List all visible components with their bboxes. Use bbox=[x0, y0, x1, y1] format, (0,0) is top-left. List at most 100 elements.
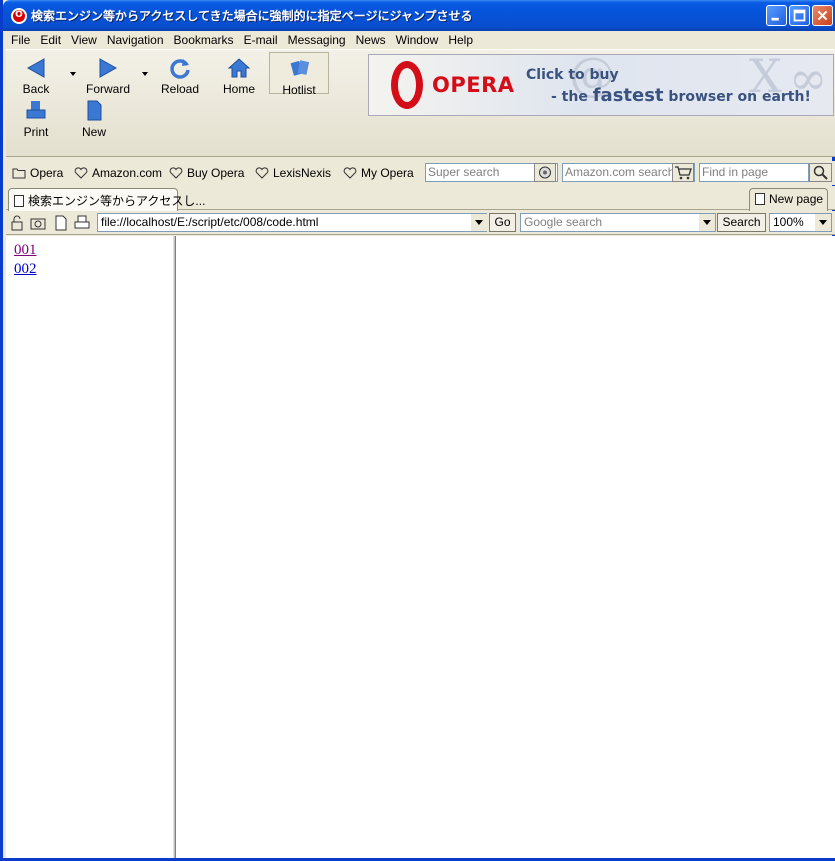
personal-item-label: My Opera bbox=[361, 166, 414, 180]
left-frame: 001 002 bbox=[6, 236, 173, 858]
menu-window[interactable]: Window bbox=[391, 31, 444, 48]
back-button[interactable]: Back bbox=[6, 52, 66, 96]
new-page-tab[interactable]: New page bbox=[749, 188, 828, 211]
reload-label: Reload bbox=[160, 82, 200, 96]
home-button[interactable]: Home bbox=[209, 52, 269, 96]
menu-view[interactable]: View bbox=[66, 31, 102, 48]
print-label: Print bbox=[23, 125, 49, 139]
forward-label: Forward bbox=[85, 82, 130, 96]
new-label: New bbox=[81, 125, 106, 139]
forward-dropdown-icon[interactable] bbox=[142, 72, 148, 76]
menu-email[interactable]: E-mail bbox=[239, 31, 283, 48]
banner-brand: OPERA bbox=[432, 73, 515, 97]
menu-bar: File Edit View Navigation Bookmarks E-mail Mes… bbox=[6, 31, 835, 49]
lock-icon[interactable] bbox=[9, 215, 25, 231]
maximize-button[interactable] bbox=[789, 5, 810, 26]
hotlist-icon bbox=[290, 60, 310, 76]
personal-bar: Opera Amazon.com Buy Opera LexisNexis My… bbox=[6, 161, 835, 185]
banner-line2-big: fastest bbox=[592, 85, 664, 106]
personal-item-my-opera[interactable]: My Opera bbox=[343, 166, 414, 180]
print-button[interactable]: Print bbox=[6, 95, 66, 139]
home-icon bbox=[227, 58, 251, 78]
heart-icon bbox=[169, 167, 183, 179]
search-button[interactable]: Search bbox=[717, 213, 766, 232]
link-002[interactable]: 002 bbox=[14, 261, 37, 278]
minimize-button[interactable] bbox=[766, 5, 787, 26]
opera-logo-icon bbox=[391, 61, 423, 109]
print-icon bbox=[26, 101, 46, 119]
folder-icon bbox=[12, 168, 26, 179]
personal-item-label: Buy Opera bbox=[187, 166, 245, 180]
shopping-cart-icon bbox=[675, 166, 692, 180]
menu-bookmarks[interactable]: Bookmarks bbox=[169, 31, 239, 48]
find-in-page-input[interactable]: Find in page bbox=[699, 163, 809, 182]
forward-button[interactable]: Forward bbox=[78, 52, 138, 96]
menu-edit[interactable]: Edit bbox=[35, 31, 66, 48]
tab-active[interactable]: 検索エンジン等からアクセスし... bbox=[8, 188, 205, 211]
new-page-label: New page bbox=[769, 192, 824, 206]
close-icon bbox=[817, 10, 828, 21]
window-title: 検索エンジン等からアクセスしてきた場合に強制的に指定ページにジャンプさせる bbox=[31, 9, 473, 23]
menu-messaging[interactable]: Messaging bbox=[283, 31, 351, 48]
title-bar[interactable]: O 検索エンジン等からアクセスしてきた場合に強制的に指定ページにジャンプさせる bbox=[3, 0, 835, 31]
address-bar: file://localhost/E:/script/etc/008/code.… bbox=[6, 211, 835, 235]
url-dropdown-icon[interactable] bbox=[471, 214, 487, 231]
personal-item-amazon[interactable]: Amazon.com bbox=[74, 166, 162, 180]
tab-title: 検索エンジン等からアクセスし... bbox=[28, 194, 206, 208]
back-label: Back bbox=[22, 82, 50, 96]
heart-icon bbox=[255, 167, 269, 179]
maximize-icon bbox=[793, 9, 806, 22]
heart-icon bbox=[74, 167, 88, 179]
page-icon bbox=[755, 193, 765, 205]
personal-item-label: Opera bbox=[30, 166, 64, 180]
minimize-icon bbox=[771, 17, 779, 21]
opera-icon[interactable]: O bbox=[11, 8, 27, 24]
page-icon bbox=[14, 195, 24, 207]
personal-item-opera[interactable]: Opera bbox=[12, 166, 63, 180]
opera-banner[interactable]: @ X ∞ OPERA Click to buy - the fastest b… bbox=[368, 54, 834, 116]
link-001[interactable]: 001 bbox=[14, 242, 37, 259]
url-field[interactable]: file://localhost/E:/script/etc/008/code.… bbox=[97, 213, 487, 232]
banner-line2-suffix: browser on earth! bbox=[668, 89, 811, 105]
tab-bar: 検索エンジン等からアクセスし... New page bbox=[6, 186, 835, 211]
new-button[interactable]: New bbox=[64, 95, 124, 139]
printer-icon[interactable] bbox=[74, 215, 90, 231]
main-toolbar: Back Forward Reload Home Hotlist Print N… bbox=[6, 49, 835, 157]
personal-item-buy-opera[interactable]: Buy Opera bbox=[169, 166, 244, 180]
hotlist-button[interactable]: Hotlist bbox=[269, 52, 329, 97]
menu-help[interactable]: Help bbox=[443, 31, 478, 48]
menu-news[interactable]: News bbox=[351, 31, 391, 48]
google-dropdown-icon[interactable] bbox=[699, 214, 715, 231]
zoom-dropdown-icon[interactable] bbox=[815, 214, 831, 231]
reload-icon bbox=[170, 59, 190, 79]
hotlist-label: Hotlist bbox=[282, 83, 316, 97]
personal-item-label: LexisNexis bbox=[273, 166, 332, 180]
go-button[interactable]: Go bbox=[489, 213, 516, 232]
home-label: Home bbox=[222, 82, 255, 96]
personal-item-label: Amazon.com bbox=[92, 166, 163, 180]
forward-arrow-icon bbox=[99, 58, 118, 78]
page-info-icon[interactable] bbox=[53, 215, 69, 231]
google-search-input[interactable]: Google search bbox=[520, 213, 716, 232]
menu-file[interactable]: File bbox=[6, 31, 35, 48]
super-search-button[interactable] bbox=[534, 163, 556, 182]
heart-icon bbox=[343, 167, 357, 179]
back-dropdown-icon[interactable] bbox=[70, 72, 76, 76]
search-globe-icon bbox=[539, 166, 551, 179]
close-button[interactable] bbox=[812, 5, 833, 26]
banner-line1: Click to buy bbox=[526, 67, 619, 83]
reload-button[interactable]: Reload bbox=[150, 52, 210, 96]
banner-line2-prefix: - the bbox=[551, 89, 588, 105]
magnifier-icon bbox=[813, 165, 828, 180]
camera-icon[interactable] bbox=[30, 215, 46, 231]
amazon-search-button[interactable] bbox=[672, 163, 694, 182]
main-frame bbox=[176, 236, 835, 858]
new-page-icon bbox=[87, 100, 102, 121]
find-button[interactable] bbox=[809, 163, 832, 182]
back-arrow-icon bbox=[26, 58, 45, 78]
menu-navigation[interactable]: Navigation bbox=[102, 31, 169, 48]
browser-window: O 検索エンジン等からアクセスしてきた場合に強制的に指定ページにジャンプさせる … bbox=[0, 0, 835, 861]
banner-line2: - the fastest browser on earth! bbox=[551, 85, 811, 106]
personal-item-lexisnexis[interactable]: LexisNexis bbox=[255, 166, 331, 180]
page-content: 001 002 bbox=[6, 236, 835, 858]
